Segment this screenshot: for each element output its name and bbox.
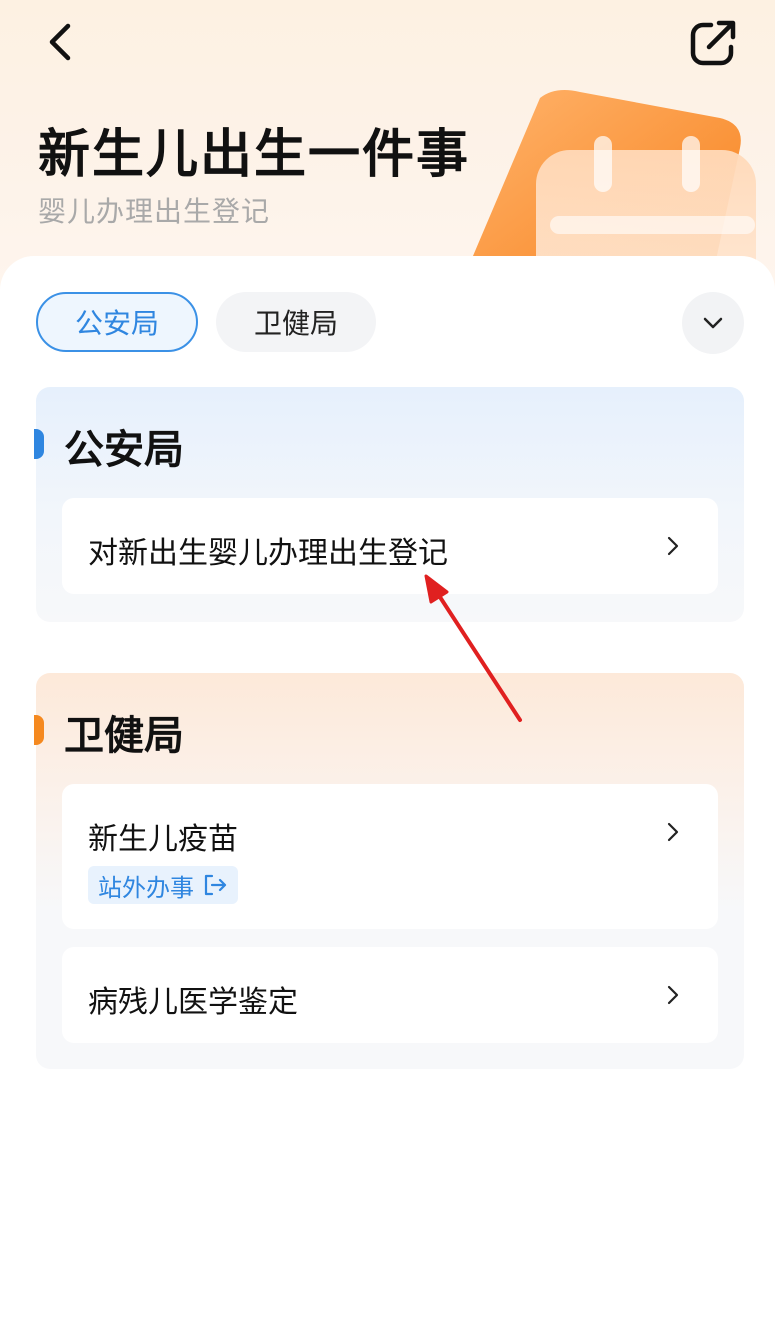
share-button[interactable]	[686, 16, 740, 70]
badge-label: 站外办事	[98, 873, 194, 902]
service-item-birth-registration[interactable]: 对新出生婴儿办理出生登记	[62, 498, 718, 594]
back-button[interactable]	[36, 18, 84, 66]
service-item-disability-assessment[interactable]: 病残儿医学鉴定	[62, 947, 718, 1043]
section-public-security: 公安局 对新出生婴儿办理出生登记	[34, 387, 744, 622]
external-link-icon	[204, 874, 227, 896]
expand-tabs-button[interactable]	[682, 292, 744, 354]
service-item-newborn-vaccine[interactable]: 新生儿疫苗 站外办事	[62, 784, 718, 929]
tab-public-security[interactable]: 公安局	[36, 292, 198, 352]
page-subtitle: 婴儿办理出生登记	[38, 195, 271, 228]
service-item-label: 新生儿疫苗	[88, 822, 238, 857]
section-marker	[34, 715, 44, 745]
tab-label: 卫健局	[253, 307, 338, 340]
chevron-right-icon	[662, 980, 684, 1010]
chevron-right-icon	[662, 817, 684, 847]
share-external-icon	[690, 20, 736, 66]
chevron-down-icon	[703, 317, 723, 329]
external-service-badge: 站外办事	[88, 866, 238, 904]
page-title: 新生儿出生一件事	[38, 125, 471, 185]
section-health: 卫健局 新生儿疫苗 站外办事 病残儿医学鉴定	[34, 673, 744, 1069]
section-marker	[34, 429, 44, 459]
tab-label: 公安局	[74, 307, 159, 340]
section-title: 卫健局	[64, 713, 184, 759]
tab-health[interactable]: 卫健局	[216, 292, 376, 352]
section-title: 公安局	[64, 427, 184, 473]
service-item-label: 对新出生婴儿办理出生登记	[88, 536, 448, 571]
chevron-left-icon	[49, 23, 71, 61]
chevron-right-icon	[662, 531, 684, 561]
service-item-label: 病残儿医学鉴定	[88, 985, 298, 1020]
